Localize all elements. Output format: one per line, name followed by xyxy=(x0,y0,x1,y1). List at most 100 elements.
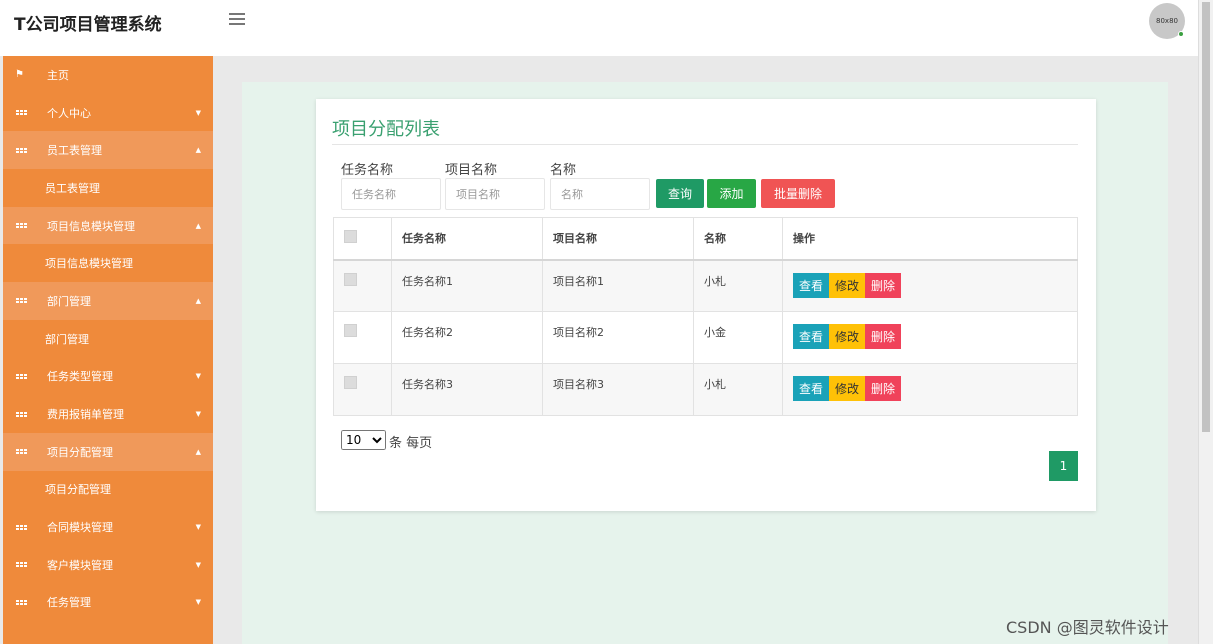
select-all-cell xyxy=(333,217,392,261)
page-title: 项目分配列表 xyxy=(332,119,440,140)
cell-project: 项目名称1 xyxy=(542,259,694,312)
cell-project: 项目名称2 xyxy=(542,311,694,364)
sidebar-item-label: 任务管理 xyxy=(47,596,91,610)
caret-up-icon: ▲ xyxy=(195,447,201,456)
name-input[interactable] xyxy=(550,178,650,210)
cell-task: 任务名称1 xyxy=(391,259,543,312)
filter-label-task: 任务名称 xyxy=(341,163,394,178)
assignment-table: 任务名称 项目名称 名称 操作 任务名称1 项目名称1 小札 查看 修改 删除 xyxy=(333,217,1078,416)
caret-down-icon: ▼ xyxy=(195,108,201,117)
watermark: CSDN @图灵软件设计 xyxy=(1006,618,1169,637)
table-row: 任务名称1 项目名称1 小札 查看 修改 删除 xyxy=(333,259,1078,312)
cell-name: 小金 xyxy=(693,311,783,364)
add-button[interactable]: 添加 xyxy=(707,179,756,208)
sidebar-item-label: 主页 xyxy=(47,68,69,82)
edit-button[interactable]: 修改 xyxy=(829,272,866,298)
column-header-name: 名称 xyxy=(693,217,783,261)
sidebar: ⚑ 主页 个人中心 ▼ 员工表管理 ▲ 员工表管理 项目信息模块管理 ▲ 项目信… xyxy=(3,56,213,644)
edit-button[interactable]: 修改 xyxy=(829,376,866,401)
sidebar-item-label: 任务类型管理 xyxy=(47,370,113,384)
sidebar-item-home[interactable]: ⚑ 主页 xyxy=(3,56,213,94)
app-title: T公司项目管理系统 xyxy=(14,15,162,35)
menu-toggle-icon[interactable] xyxy=(229,13,245,27)
sidebar-item-departments[interactable]: 部门管理 ▲ xyxy=(3,282,213,320)
title-divider xyxy=(332,144,1078,145)
column-header-actions: 操作 xyxy=(782,217,1078,261)
sidebar-item-project-assignment[interactable]: 项目分配管理 ▲ xyxy=(3,432,213,471)
vertical-scrollbar[interactable] xyxy=(1198,0,1213,644)
caret-down-icon: ▼ xyxy=(195,372,201,381)
sidebar-item-expenses[interactable]: 费用报销单管理 ▼ xyxy=(3,395,213,433)
sidebar-subitem-project-info[interactable]: 项目信息模块管理 xyxy=(3,244,213,283)
select-all-checkbox[interactable] xyxy=(344,230,357,244)
view-button[interactable]: 查看 xyxy=(793,376,830,401)
list-panel: 项目分配列表 任务名称 项目名称 名称 查询 添加 批量删除 任务名称 项目名称… xyxy=(316,99,1096,511)
batch-delete-button[interactable]: 批量删除 xyxy=(761,179,835,208)
sidebar-item-label: 项目分配管理 xyxy=(47,445,113,459)
grid-icon xyxy=(16,411,27,417)
delete-button[interactable]: 删除 xyxy=(865,272,902,298)
sidebar-item-profile[interactable]: 个人中心 ▼ xyxy=(3,94,213,132)
query-button[interactable]: 查询 xyxy=(656,179,704,208)
caret-down-icon: ▼ xyxy=(195,598,201,607)
cell-task: 任务名称3 xyxy=(391,363,543,416)
grid-icon xyxy=(16,298,27,304)
row-checkbox[interactable] xyxy=(344,376,357,389)
top-header: T公司项目管理系统 80x80 xyxy=(0,0,1198,56)
caret-up-icon: ▲ xyxy=(195,146,201,155)
sidebar-item-project-info[interactable]: 项目信息模块管理 ▲ xyxy=(3,206,213,245)
caret-down-icon: ▼ xyxy=(195,560,201,569)
row-checkbox[interactable] xyxy=(344,272,357,286)
avatar[interactable]: 80x80 xyxy=(1149,3,1185,39)
sidebar-item-employees[interactable]: 员工表管理 ▲ xyxy=(3,131,213,170)
sidebar-item-customers[interactable]: 客户模块管理 ▼ xyxy=(3,546,213,584)
grid-icon xyxy=(16,373,27,379)
scrollbar-thumb[interactable] xyxy=(1202,2,1210,432)
avatar-placeholder-text: 80x80 xyxy=(1156,17,1178,25)
sidebar-item-label: 合同模块管理 xyxy=(47,521,113,535)
caret-up-icon: ▲ xyxy=(195,296,201,305)
cell-name: 小札 xyxy=(693,259,783,312)
table-header-row: 任务名称 项目名称 名称 操作 xyxy=(333,217,1078,261)
grid-icon xyxy=(16,223,27,229)
column-header-project: 项目名称 xyxy=(542,217,694,261)
sidebar-item-contracts[interactable]: 合同模块管理 ▼ xyxy=(3,508,213,546)
view-button[interactable]: 查看 xyxy=(793,324,830,349)
filter-label-name: 名称 xyxy=(550,163,577,178)
column-header-task: 任务名称 xyxy=(391,217,543,261)
flag-icon: ⚑ xyxy=(15,69,24,81)
grid-icon xyxy=(16,110,27,116)
online-status-dot xyxy=(1178,31,1184,37)
row-checkbox[interactable] xyxy=(344,324,357,337)
view-button[interactable]: 查看 xyxy=(793,272,830,298)
grid-icon xyxy=(16,449,27,455)
task-name-input[interactable] xyxy=(341,178,441,210)
grid-icon xyxy=(16,562,27,568)
sidebar-subitem-departments[interactable]: 部门管理 xyxy=(3,319,213,358)
sidebar-item-label: 费用报销单管理 xyxy=(47,408,124,422)
project-name-input[interactable] xyxy=(445,178,545,210)
sidebar-item-label: 员工表管理 xyxy=(47,144,102,158)
cell-name: 小札 xyxy=(693,363,783,416)
sidebar-item-label: 部门管理 xyxy=(47,294,91,308)
edit-button[interactable]: 修改 xyxy=(829,324,866,349)
sidebar-item-label: 项目信息模块管理 xyxy=(47,219,135,233)
sidebar-subitem-employees[interactable]: 员工表管理 xyxy=(3,169,213,207)
delete-button[interactable]: 删除 xyxy=(865,376,902,401)
page-size-select[interactable]: 10 xyxy=(341,430,386,450)
sidebar-item-label: 客户模块管理 xyxy=(47,558,113,572)
grid-icon xyxy=(16,599,27,605)
page-button-current[interactable]: 1 xyxy=(1049,451,1078,481)
caret-down-icon: ▼ xyxy=(195,410,201,419)
sidebar-item-task-types[interactable]: 任务类型管理 ▼ xyxy=(3,358,213,396)
caret-up-icon: ▲ xyxy=(195,221,201,230)
table-row: 任务名称2 项目名称2 小金 查看 修改 删除 xyxy=(333,311,1078,364)
table-row: 任务名称3 项目名称3 小札 查看 修改 删除 xyxy=(333,363,1078,416)
grid-icon xyxy=(16,147,27,153)
filter-label-project: 项目名称 xyxy=(445,163,498,178)
caret-down-icon: ▼ xyxy=(195,523,201,532)
delete-button[interactable]: 删除 xyxy=(865,324,902,349)
sidebar-item-tasks[interactable]: 任务管理 ▼ xyxy=(3,584,213,622)
per-page-label: 条 每页 xyxy=(389,436,433,451)
sidebar-subitem-project-assignment[interactable]: 项目分配管理 xyxy=(3,470,213,509)
